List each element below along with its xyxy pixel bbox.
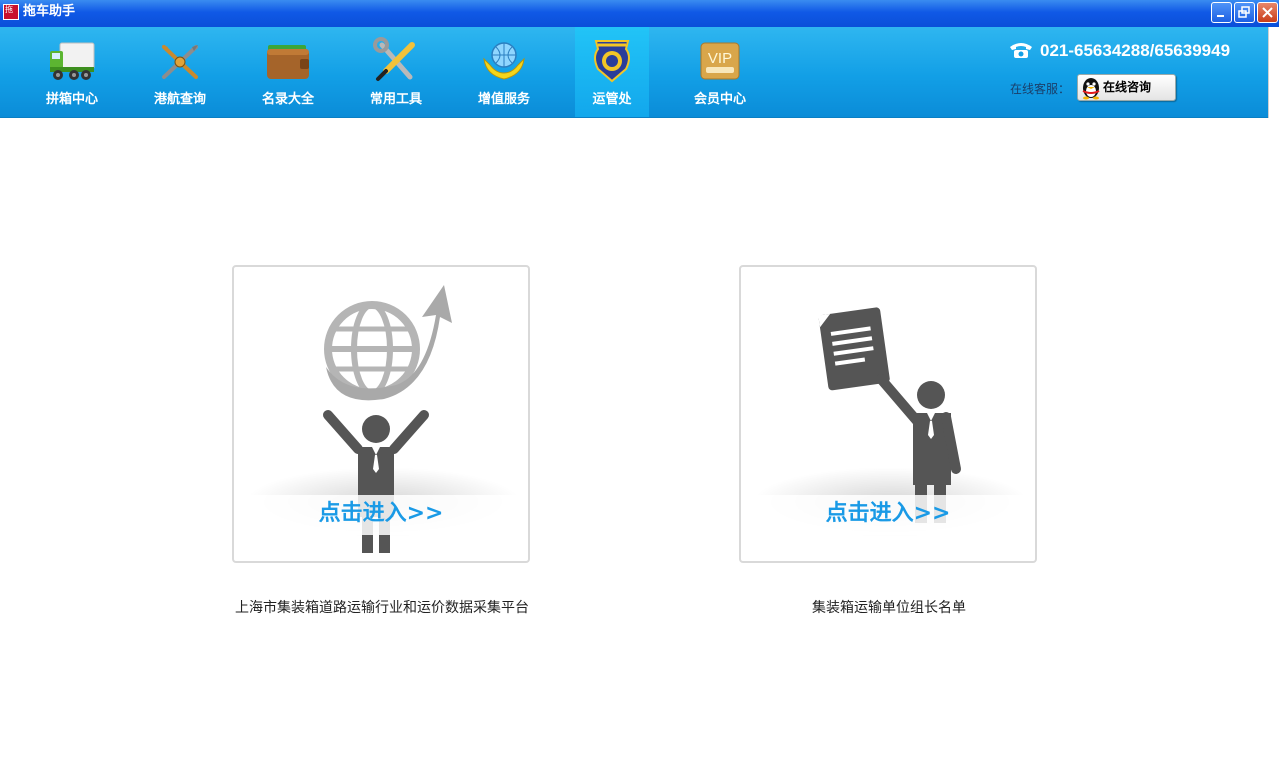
svg-text:VIP: VIP <box>708 50 732 67</box>
nav-item-consolidation-center[interactable]: 拼箱中心 <box>35 27 109 117</box>
phone-icon <box>1010 43 1032 58</box>
app-icon: 拖 <box>3 4 19 20</box>
enter-link[interactable]: 点击进入>> <box>234 498 528 530</box>
minimize-button[interactable] <box>1211 2 1232 23</box>
nav-label: 港航查询 <box>153 92 206 107</box>
nav-label: 会员中心 <box>693 92 746 107</box>
nav-item-common-tools[interactable]: 常用工具 <box>359 27 433 117</box>
nav-label: 常用工具 <box>369 92 422 107</box>
phone-number: 021-65634288/65639949 <box>1040 41 1231 60</box>
vip-icon: VIP <box>700 42 740 80</box>
close-button[interactable] <box>1257 2 1278 23</box>
nav-item-value-added-services[interactable]: 增值服务 <box>467 27 541 117</box>
truck-icon <box>50 42 95 80</box>
globe-hands-icon <box>483 42 525 80</box>
card-data-platform[interactable]: 点击进入>> <box>232 265 530 563</box>
nav-item-port-shipping-query[interactable]: 港航查询 <box>143 27 217 117</box>
card-leader-list[interactable]: 点击进入>> <box>739 265 1037 563</box>
online-consult-label: 在线咨询 <box>1103 80 1152 94</box>
right-gutter <box>1268 27 1279 770</box>
qq-penguin-icon <box>1082 78 1100 100</box>
nav-bar: 拼箱中心 港航查询 名录大全 常用工具 增值服务 运管处 VIP 会员中心 02… <box>0 27 1269 118</box>
customer-service-label: 在线客服： <box>1010 82 1071 96</box>
nav-label: 增值服务 <box>477 92 530 107</box>
card-caption: 集装箱运输单位组长名单 <box>812 600 966 616</box>
nav-item-directory[interactable]: 名录大全 <box>251 27 325 117</box>
online-consult-button[interactable]: 在线咨询 <box>1077 74 1176 101</box>
anchor-compass-icon <box>162 45 198 79</box>
enter-link[interactable]: 点击进入>> <box>741 498 1035 530</box>
wallet-icon <box>267 45 309 79</box>
nav-label: 拼箱中心 <box>45 92 98 107</box>
nav-item-member-center[interactable]: VIP 会员中心 <box>683 27 757 117</box>
nav-label: 名录大全 <box>261 92 314 107</box>
badge-icon <box>594 40 630 83</box>
window-title: 拖车助手 <box>23 4 76 19</box>
nav-label: 运管处 <box>592 92 632 107</box>
card-caption: 上海市集装箱道路运输行业和运价数据采集平台 <box>235 600 529 616</box>
nav-item-transport-management[interactable]: 运管处 <box>575 27 649 117</box>
tools-icon <box>373 37 415 81</box>
main-content: 点击进入>> 上海市集装箱道路运输行业和运价数据采集平台 点击进入>> 集装箱运… <box>0 118 1269 770</box>
restore-button[interactable] <box>1234 2 1255 23</box>
title-bar: 拖 拖车助手 <box>0 0 1279 27</box>
